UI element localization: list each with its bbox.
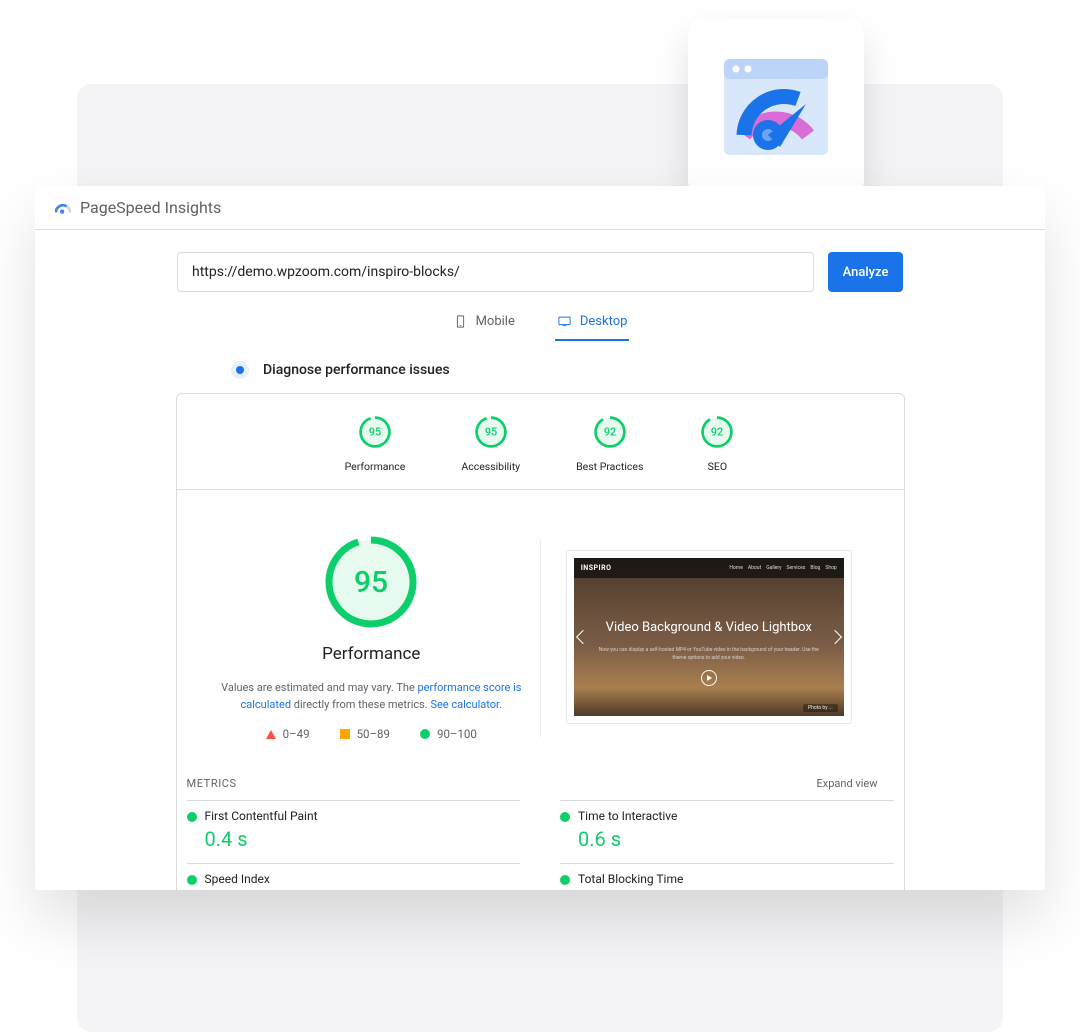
metric-name: Total Blocking Time — [578, 872, 894, 886]
metrics-title: METRICS — [187, 777, 237, 790]
svg-text:92: 92 — [711, 426, 723, 439]
tab-desktop[interactable]: Desktop — [555, 306, 630, 341]
metric-tti: Time to Interactive 0.6 s — [560, 800, 894, 863]
score-caption: Values are estimated and may vary. The p… — [216, 680, 526, 713]
card-mid: 95 Performance Values are estimated and … — [177, 490, 904, 763]
metrics-header: METRICS Expand view — [177, 763, 904, 790]
svg-text:92: 92 — [604, 426, 616, 439]
desktop-icon — [557, 314, 572, 329]
screenshot-thumb-wrap: INSPIRO HomeAboutGalleryServicesBlogShop… — [540, 532, 878, 741]
metric-value: 0.4 s — [205, 827, 521, 851]
gauge-icon: 92 — [592, 414, 628, 450]
status-dot-icon — [560, 812, 570, 822]
metric-name: Time to Interactive — [578, 809, 894, 823]
thumb-logo: INSPIRO — [581, 564, 612, 572]
calc-link-2[interactable]: See calculator. — [430, 698, 502, 711]
pagespeed-badge — [688, 19, 864, 195]
thumb-nav: HomeAboutGalleryServicesBlogShop — [729, 565, 836, 571]
metrics-col-left: First Contentful Paint 0.4 s Speed Index… — [187, 800, 521, 890]
tab-mobile-label: Mobile — [476, 314, 515, 329]
score-label: Best Practices — [576, 460, 643, 473]
triangle-icon — [266, 730, 276, 739]
score-label: Accessibility — [461, 460, 520, 473]
svg-text:95: 95 — [354, 565, 388, 600]
thumb-title: Video Background & Video Lightbox — [574, 620, 844, 635]
big-gauge-icon: 95 — [321, 532, 421, 632]
app-header: PageSpeed Insights — [35, 186, 1045, 230]
score-label: SEO — [708, 460, 727, 473]
metric-name: Speed Index — [205, 872, 521, 886]
score-accessibility[interactable]: 95 Accessibility — [461, 414, 520, 473]
metrics-col-right: Time to Interactive 0.6 s Total Blocking… — [560, 800, 894, 890]
gauge-icon: 95 — [357, 414, 393, 450]
device-tabs: Mobile Desktop — [35, 306, 1045, 341]
svg-text:95: 95 — [369, 426, 381, 439]
metric-tbt: Total Blocking Time 0 ms — [560, 863, 894, 890]
mobile-icon — [453, 314, 468, 329]
thumb-credit: Photo by ... — [803, 704, 838, 712]
status-dot-icon — [187, 812, 197, 822]
big-score-label: Performance — [322, 644, 420, 664]
metric-fcp: First Contentful Paint 0.4 s — [187, 800, 521, 863]
status-dot-icon — [187, 875, 197, 885]
expand-view-button[interactable]: Expand view — [817, 777, 878, 790]
legend-high: 90–100 — [420, 727, 477, 741]
score-performance[interactable]: 95 Performance — [345, 414, 406, 473]
play-icon — [701, 670, 717, 686]
app-title: PageSpeed Insights — [80, 198, 221, 217]
metrics-grid: First Contentful Paint 0.4 s Speed Index… — [177, 790, 904, 890]
gauge-icon: 92 — [699, 414, 735, 450]
divider — [540, 540, 541, 737]
thumb-sub: Now you can display a self-hosted MP4 or… — [594, 646, 824, 662]
section-bullet-icon — [231, 361, 249, 379]
legend-low: 0–49 — [266, 727, 310, 741]
thumb-nav-bar: INSPIRO HomeAboutGalleryServicesBlogShop — [574, 558, 844, 578]
section-title: Diagnose performance issues — [263, 362, 450, 378]
score-seo[interactable]: 92 SEO — [699, 414, 735, 473]
circle-icon — [420, 729, 430, 739]
screenshot-thumb: INSPIRO HomeAboutGalleryServicesBlogShop… — [567, 551, 851, 723]
square-icon — [340, 729, 350, 739]
tab-mobile[interactable]: Mobile — [451, 306, 517, 341]
score-label: Performance — [345, 460, 406, 473]
score-best-practices[interactable]: 92 Best Practices — [576, 414, 643, 473]
metric-name: First Contentful Paint — [205, 809, 521, 823]
svg-text:95: 95 — [485, 426, 497, 439]
url-input[interactable] — [177, 252, 814, 292]
status-dot-icon — [560, 875, 570, 885]
big-score-block: 95 Performance Values are estimated and … — [203, 532, 541, 741]
tab-desktop-label: Desktop — [580, 314, 628, 329]
score-row: 95 Performance 95 Accessibility 92 Best … — [177, 408, 904, 490]
results-card: 95 Performance 95 Accessibility 92 Best … — [176, 393, 905, 890]
pagespeed-app: PageSpeed Insights Analyze Mobile Deskto… — [35, 186, 1045, 890]
section-head: Diagnose performance issues — [35, 341, 1045, 393]
analyze-button[interactable]: Analyze — [828, 252, 903, 292]
legend-mid: 50–89 — [340, 727, 390, 741]
gauge-icon: 95 — [473, 414, 509, 450]
search-row: Analyze — [35, 230, 1045, 306]
metric-value: 0.6 s — [578, 827, 894, 851]
legend: 0–49 50–89 90–100 — [266, 727, 477, 741]
pagespeed-logo-icon — [55, 201, 71, 215]
metric-si: Speed Index 0.6 s — [187, 863, 521, 890]
